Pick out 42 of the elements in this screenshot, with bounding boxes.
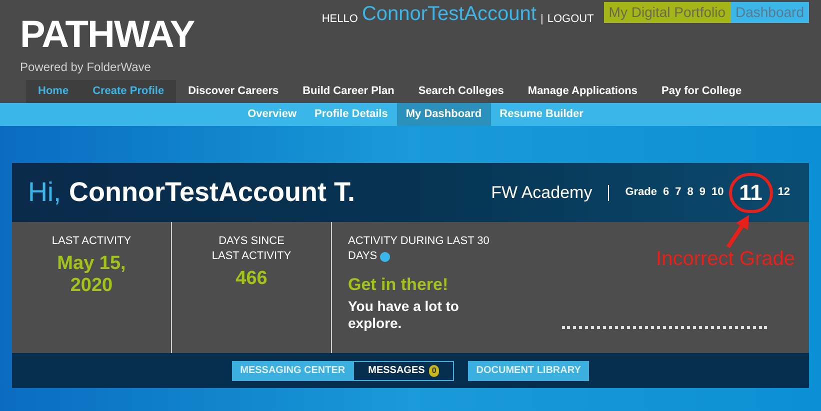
grade-number: 9 xyxy=(698,185,706,200)
message-count-badge: 0 xyxy=(428,364,440,376)
school-name: FW Academy xyxy=(491,182,592,204)
activity-label: ACTIVITY DURING LAST 30 xyxy=(348,234,490,249)
grade-number: 11 xyxy=(739,182,762,204)
annotation-arrow xyxy=(724,213,752,249)
subnav-tab[interactable]: My Dashboard xyxy=(396,103,491,126)
logo: PATHWAY xyxy=(20,16,194,54)
student-name: ConnorTestAccount T. xyxy=(69,176,355,210)
stat-label: LAST ACTIVITY xyxy=(50,234,132,249)
nav-tab[interactable]: Pay for College xyxy=(650,80,754,103)
grade-number: 8 xyxy=(686,185,694,200)
nav-tab[interactable]: Search Colleges xyxy=(406,80,516,103)
subnav-tab[interactable]: Profile Details xyxy=(306,103,397,126)
grade-number: 12 xyxy=(776,185,791,200)
separator: | xyxy=(540,12,544,27)
nav-tab[interactable]: Create Profile xyxy=(80,80,176,103)
info-icon[interactable] xyxy=(380,252,390,262)
greeting-hi: Hi, xyxy=(28,176,61,210)
nav-tab[interactable]: Build Career Plan xyxy=(290,80,406,103)
messages-button[interactable]: MESSAGES 0 xyxy=(353,360,454,380)
username: ConnorTestAccount xyxy=(362,2,536,26)
annotation-label: Incorrect Grade xyxy=(656,247,795,272)
grade-number: 6 xyxy=(662,185,670,200)
activity-label: DAYS xyxy=(348,249,378,264)
logout-link[interactable]: LOGOUT xyxy=(547,11,594,28)
grade-label: Grade xyxy=(625,185,657,200)
tagline: Powered by FolderWave xyxy=(20,59,152,76)
subnav-tab[interactable]: Overview xyxy=(238,103,306,126)
activity-headline: Get in there! xyxy=(348,274,450,296)
nav-tab[interactable]: Manage Applications xyxy=(516,80,650,103)
greeting: HELLO xyxy=(322,12,358,27)
stat-value: May 15, 2020 xyxy=(56,253,127,297)
portfolio-button[interactable]: My Digital Portfolio xyxy=(604,2,730,23)
stat-label: DAYS SINCE LAST ACTIVITY xyxy=(210,234,292,264)
stat-value: 466 xyxy=(234,268,268,290)
activity-message: You have a lot to explore. xyxy=(348,298,460,332)
nav-tab[interactable]: Home xyxy=(26,80,81,103)
grade-number: 7 xyxy=(674,185,682,200)
grade-number: 10 xyxy=(710,185,725,200)
nav-tab[interactable]: Discover Careers xyxy=(176,80,291,103)
subnav-tab[interactable]: Resume Builder xyxy=(490,103,592,126)
